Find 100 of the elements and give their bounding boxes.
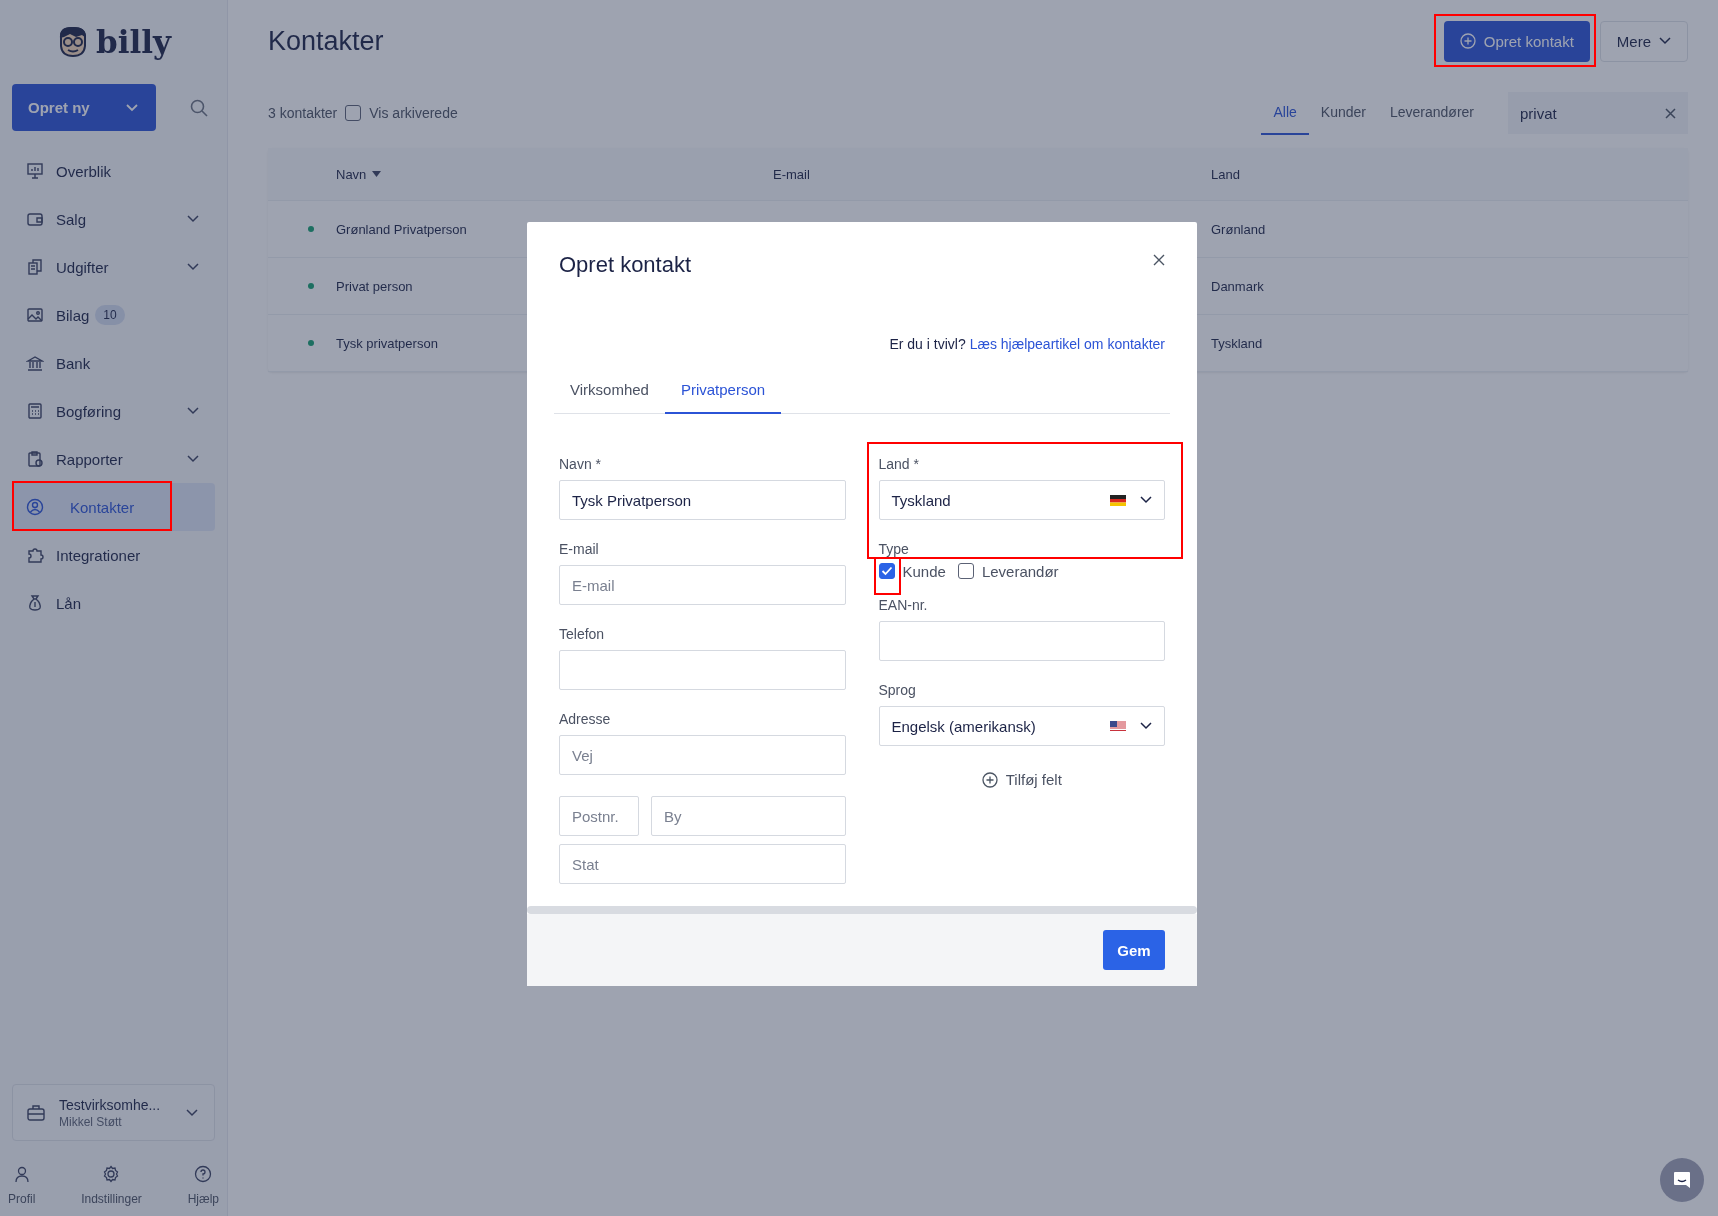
- page-title: Kontakter: [268, 25, 384, 57]
- input-field[interactable]: By: [651, 796, 846, 836]
- checkbox[interactable]: [957, 563, 974, 579]
- help-text: Er du i tvivl?: [889, 336, 966, 352]
- column-header[interactable]: Land: [1211, 166, 1240, 182]
- nav-item[interactable]: Rapporter: [12, 435, 215, 483]
- input-field[interactable]: Tysk Privatperson: [559, 480, 846, 520]
- image-icon: [26, 306, 44, 324]
- field-label: Telefon: [559, 626, 606, 642]
- logo-wordmark: billy: [96, 24, 171, 60]
- tab[interactable]: Privatperson: [664, 366, 782, 414]
- input-field[interactable]: [559, 650, 846, 690]
- flag-icon: [1110, 720, 1126, 732]
- presentation-icon: [26, 162, 44, 180]
- user-name: Mikkel Støtt: [59, 1114, 123, 1129]
- save-button[interactable]: Gem: [1103, 930, 1165, 970]
- nav-item[interactable]: Bilag 10: [12, 291, 215, 339]
- nav-item[interactable]: Bogføring: [12, 387, 215, 435]
- status-dot: [308, 226, 314, 232]
- sort-down-icon: [372, 171, 382, 177]
- field-label: EAN-nr.: [878, 597, 929, 613]
- input-field[interactable]: [878, 621, 1165, 661]
- wallet-icon: [26, 210, 44, 228]
- bank-icon: [26, 354, 44, 372]
- close-icon[interactable]: [1665, 107, 1676, 119]
- add-field-button[interactable]: Tilføj felt: [977, 767, 1066, 792]
- nav-item[interactable]: Lån: [12, 579, 215, 627]
- nav-item[interactable]: Overblik: [12, 147, 215, 195]
- checkbox[interactable]: [878, 563, 895, 579]
- filter-tab[interactable]: Kunder: [1308, 91, 1378, 135]
- status-dot: [308, 283, 314, 289]
- briefcase-icon: [27, 1104, 45, 1121]
- contact-count: 3 kontakter: [268, 105, 338, 121]
- field-label: Adresse: [559, 711, 612, 727]
- flag-icon: [1110, 494, 1126, 506]
- nav-item[interactable]: Salg: [12, 195, 215, 243]
- field-label: Land *: [878, 456, 920, 472]
- table-cell: Tysk privatperson: [336, 335, 438, 351]
- chevron-down-icon: [187, 407, 199, 415]
- table-cell: Privat person: [336, 278, 413, 294]
- checkbox-label: Leverandør: [981, 562, 1059, 580]
- moneybag-icon: [26, 594, 44, 612]
- field-label: Navn *: [559, 456, 603, 472]
- account-switcher[interactable]: Testvirksomhe... Mikkel Støtt: [12, 1084, 215, 1141]
- table-cell: Danmark: [1211, 278, 1264, 294]
- plus-circle-icon: [1459, 33, 1476, 49]
- search-field[interactable]: privat: [1508, 92, 1688, 134]
- more-button[interactable]: Mere: [1599, 20, 1688, 62]
- field-label: Type: [878, 541, 910, 557]
- person-icon: [26, 498, 44, 516]
- table-cell: Grønland Privatperson: [336, 221, 467, 237]
- footer-link[interactable]: Indstillinger: [81, 1165, 142, 1206]
- column-header[interactable]: E-mail: [773, 166, 810, 182]
- chat-icon: [1672, 1170, 1692, 1190]
- checkbox-label: Vis arkiverede: [369, 105, 458, 121]
- chevron-down-icon: [187, 263, 199, 271]
- field-label: Sprog: [878, 682, 917, 698]
- nav-item[interactable]: Integrationer: [12, 531, 215, 579]
- nav-item[interactable]: Udgifter: [12, 243, 215, 291]
- input-field[interactable]: Postnr.: [559, 796, 639, 836]
- status-dot: [308, 340, 314, 346]
- dialog-title: Opret kontakt: [559, 252, 692, 278]
- input-field[interactable]: Vej: [559, 735, 846, 775]
- close-icon[interactable]: [1153, 254, 1165, 266]
- scrollbar[interactable]: [527, 906, 1197, 914]
- chevron-down-icon: [1140, 722, 1152, 730]
- chevron-down-icon: [1659, 37, 1671, 45]
- table-cell: Tyskland: [1211, 335, 1263, 351]
- chevron-down-icon: [126, 103, 138, 112]
- input-field[interactable]: E-mail: [559, 565, 846, 605]
- help-link[interactable]: Læs hjælpeartikel om kontakter: [969, 336, 1165, 352]
- clipboard-icon: [26, 450, 44, 468]
- chevron-down-icon: [187, 455, 199, 463]
- create-contact-button[interactable]: Opret kontakt: [1443, 20, 1590, 62]
- chat-button[interactable]: [1660, 1158, 1704, 1202]
- receipts-icon: [26, 258, 44, 276]
- filter-tab[interactable]: Alle: [1261, 91, 1309, 135]
- footer-link[interactable]: Hjælp: [187, 1165, 219, 1206]
- calculator-icon: [26, 402, 44, 420]
- count-badge: 10: [95, 305, 125, 325]
- nav-item[interactable]: Bank: [12, 339, 215, 387]
- person-icon: [12, 1165, 31, 1183]
- nav-item[interactable]: Kontakter: [12, 483, 215, 531]
- puzzle-icon: [26, 546, 44, 564]
- company-name: Testvirksomhe...: [59, 1096, 162, 1113]
- chevron-down-icon: [1140, 496, 1152, 504]
- country-select[interactable]: Tyskland: [878, 480, 1165, 520]
- tab[interactable]: Virksomhed: [554, 366, 665, 414]
- table-cell: Grønland: [1211, 221, 1266, 237]
- column-header[interactable]: Navn: [336, 166, 382, 182]
- settings-icon: [102, 1165, 121, 1183]
- help-icon: [194, 1165, 213, 1183]
- language-select[interactable]: Engelsk (amerikansk): [878, 706, 1165, 746]
- chevron-down-icon: [186, 1108, 198, 1117]
- create-new-button[interactable]: Opret ny: [12, 84, 156, 131]
- footer-link[interactable]: Profil: [8, 1165, 36, 1206]
- filter-tab[interactable]: Leverandører: [1377, 91, 1486, 135]
- search-icon[interactable]: [190, 98, 208, 117]
- checkbox[interactable]: [345, 105, 362, 121]
- input-field[interactable]: Stat: [559, 844, 846, 884]
